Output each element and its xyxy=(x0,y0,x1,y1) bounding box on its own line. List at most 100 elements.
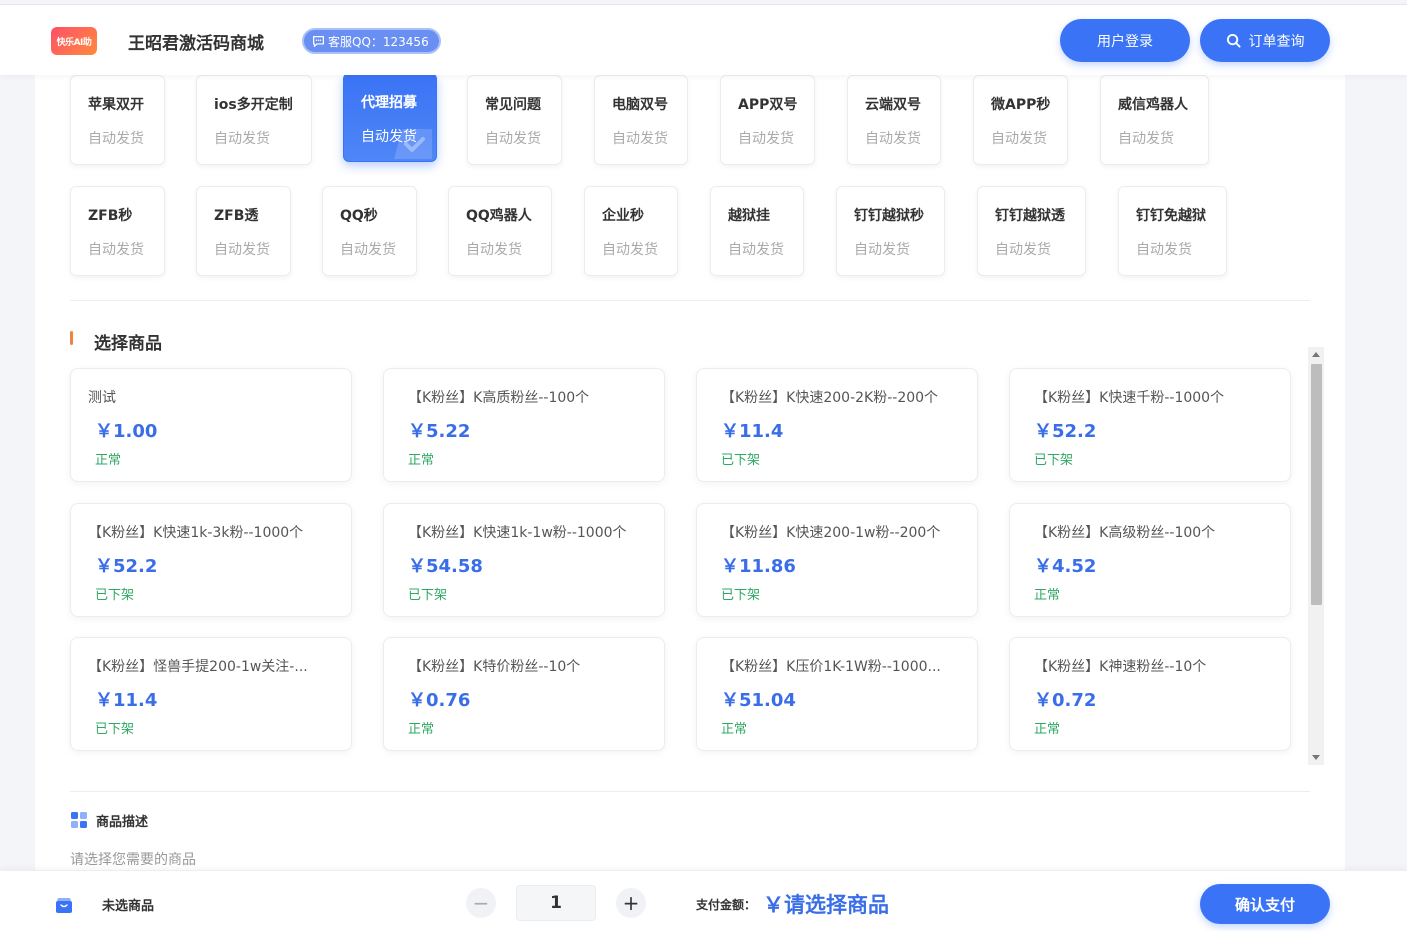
category-name: 钉钉越狱秒 xyxy=(854,208,924,224)
category-card[interactable]: 威信鸡器人 自动发货 xyxy=(1100,75,1209,165)
product-name: 测试 xyxy=(88,390,116,406)
product-card[interactable]: 【K粉丝】K特价粉丝--10个 ￥0.76 正常 xyxy=(383,637,665,751)
product-name: 【K粉丝】K特价粉丝--10个 xyxy=(408,659,581,675)
category-card[interactable]: 企业秒 自动发货 xyxy=(584,186,678,276)
product-status: 正常 xyxy=(408,722,435,737)
section-title-select-product: 选择商品 xyxy=(94,334,162,354)
product-card[interactable]: 【K粉丝】K高级粉丝--100个 ￥4.52 正常 xyxy=(1009,503,1291,617)
category-card[interactable]: ios多开定制 自动发货 xyxy=(196,75,312,165)
category-card[interactable]: ZFB透 自动发货 xyxy=(196,186,291,276)
qq-label: 客服QQ：123456 xyxy=(328,34,429,49)
order-query-label: 订单查询 xyxy=(1248,33,1305,50)
category-name: ios多开定制 xyxy=(214,97,293,113)
category-name: 常见问题 xyxy=(485,97,541,113)
divider xyxy=(70,300,1310,301)
product-price: ￥1.00 xyxy=(95,421,158,442)
product-card[interactable]: 【K粉丝】K快速200-2K粉--200个 ￥11.4 已下架 xyxy=(696,368,978,482)
product-card[interactable]: 测试 ￥1.00 正常 xyxy=(70,368,352,482)
product-status: 已下架 xyxy=(95,722,135,737)
product-card[interactable]: 【K粉丝】K快速1k-3k粉--1000个 ￥52.2 已下架 xyxy=(70,503,352,617)
quantity-increase-button[interactable]: + xyxy=(616,888,646,918)
grid-apps-icon xyxy=(71,812,87,828)
product-price: ￥52.2 xyxy=(95,556,158,577)
product-card[interactable]: 【K粉丝】K神速粉丝--10个 ￥0.72 正常 xyxy=(1009,637,1291,751)
category-card-active[interactable]: 代理招募 自动发货 xyxy=(343,73,437,162)
customer-service-qq-badge[interactable]: 客服QQ：123456 xyxy=(302,28,441,54)
quantity-input[interactable] xyxy=(516,885,596,921)
category-delivery: 自动发货 xyxy=(1118,131,1174,147)
product-status: 正常 xyxy=(1034,722,1061,737)
category-card[interactable]: QQ秒 自动发货 xyxy=(322,186,417,276)
scroll-up-arrow-icon[interactable] xyxy=(1312,352,1320,357)
category-name: 电脑双号 xyxy=(612,97,668,113)
divider xyxy=(70,791,1310,792)
order-query-button[interactable]: 订单查询 xyxy=(1200,19,1330,62)
top-header: 快乐AI助 王昭君激活码商城 客服QQ：123456 用户登录 订单查询 xyxy=(0,4,1407,75)
category-delivery: 自动发货 xyxy=(738,131,794,147)
product-name: 【K粉丝】K高质粉丝--100个 xyxy=(408,390,590,406)
product-name: 【K粉丝】怪兽手提200-1w关注-... xyxy=(88,659,308,675)
category-delivery: 自动发货 xyxy=(854,242,910,258)
product-price: ￥4.52 xyxy=(1034,556,1097,577)
category-card[interactable]: 苹果双开 自动发货 xyxy=(70,75,165,165)
category-card[interactable]: 越狱挂 自动发货 xyxy=(710,186,804,276)
product-card[interactable]: 【K粉丝】K快速1k-1w粉--1000个 ￥54.58 已下架 xyxy=(383,503,665,617)
category-card[interactable]: APP双号 自动发货 xyxy=(720,75,815,165)
selected-product-label: 未选商品 xyxy=(102,899,155,914)
product-status: 已下架 xyxy=(721,453,761,468)
category-card[interactable]: 微APP秒 自动发货 xyxy=(973,75,1068,165)
product-card[interactable]: 【K粉丝】K快速千粉--1000个 ￥52.2 已下架 xyxy=(1009,368,1291,482)
category-card[interactable]: 电脑双号 自动发货 xyxy=(594,75,688,165)
product-name: 【K粉丝】K快速1k-3k粉--1000个 xyxy=(88,525,304,541)
category-delivery: 自动发货 xyxy=(214,242,270,258)
product-price: ￥0.72 xyxy=(1034,690,1097,711)
category-name: 企业秒 xyxy=(602,208,644,224)
product-price: ￥51.04 xyxy=(721,690,796,711)
category-card[interactable]: 常见问题 自动发货 xyxy=(467,75,562,165)
product-name: 【K粉丝】K高级粉丝--100个 xyxy=(1034,525,1216,541)
category-name: 钉钉越狱透 xyxy=(995,208,1065,224)
payment-amount-label: 支付金额： xyxy=(696,898,757,912)
product-status: 正常 xyxy=(408,453,435,468)
product-card[interactable]: 【K粉丝】怪兽手提200-1w关注-... ￥11.4 已下架 xyxy=(70,637,352,751)
product-status: 正常 xyxy=(721,722,748,737)
category-delivery: 自动发货 xyxy=(485,131,541,147)
product-status: 已下架 xyxy=(95,588,135,603)
category-delivery: 自动发货 xyxy=(602,242,658,258)
category-delivery: 自动发货 xyxy=(612,131,668,147)
scroll-down-arrow-icon[interactable] xyxy=(1312,755,1320,760)
confirm-payment-button[interactable]: 确认支付 xyxy=(1200,884,1330,924)
product-card[interactable]: 【K粉丝】K压价1K-1W粉--1000... ￥51.04 正常 xyxy=(696,637,978,751)
product-list-scrollbar[interactable] xyxy=(1308,347,1324,765)
product-name: 【K粉丝】K快速200-2K粉--200个 xyxy=(721,390,939,406)
product-card[interactable]: 【K粉丝】K高质粉丝--100个 ￥5.22 正常 xyxy=(383,368,665,482)
chat-bubble-icon xyxy=(313,35,324,47)
product-price: ￥0.76 xyxy=(408,690,471,711)
category-delivery: 自动发货 xyxy=(340,242,396,258)
category-card[interactable]: 钉钉免越狱 自动发货 xyxy=(1118,186,1227,276)
category-card[interactable]: QQ鸡器人 自动发货 xyxy=(448,186,552,276)
user-login-button[interactable]: 用户登录 xyxy=(1060,19,1190,62)
category-delivery: 自动发货 xyxy=(991,131,1047,147)
search-icon xyxy=(1226,33,1241,48)
product-name: 【K粉丝】K快速200-1w粉--200个 xyxy=(721,525,941,541)
category-card[interactable]: 钉钉越狱秒 自动发货 xyxy=(836,186,945,276)
category-name: ZFB透 xyxy=(214,208,259,224)
product-card[interactable]: 【K粉丝】K快速200-1w粉--200个 ￥11.86 已下架 xyxy=(696,503,978,617)
payment-amount-value: ￥请选择商品 xyxy=(763,893,889,917)
category-card[interactable]: ZFB秒 自动发货 xyxy=(70,186,165,276)
category-name: QQ鸡器人 xyxy=(466,208,532,224)
quantity-decrease-button[interactable]: − xyxy=(466,888,496,918)
product-status: 已下架 xyxy=(408,588,448,603)
scrollbar-thumb[interactable] xyxy=(1311,364,1322,605)
category-delivery: 自动发货 xyxy=(865,131,921,147)
category-name: QQ秒 xyxy=(340,208,378,224)
category-card[interactable]: 钉钉越狱透 自动发货 xyxy=(977,186,1086,276)
category-card[interactable]: 云端双号 自动发货 xyxy=(847,75,941,165)
category-name: 云端双号 xyxy=(865,97,921,113)
site-logo[interactable]: 快乐AI助 xyxy=(51,27,97,55)
category-delivery: 自动发货 xyxy=(995,242,1051,258)
category-delivery: 自动发货 xyxy=(1136,242,1192,258)
shopping-bag-icon xyxy=(56,898,72,913)
category-delivery: 自动发货 xyxy=(728,242,784,258)
